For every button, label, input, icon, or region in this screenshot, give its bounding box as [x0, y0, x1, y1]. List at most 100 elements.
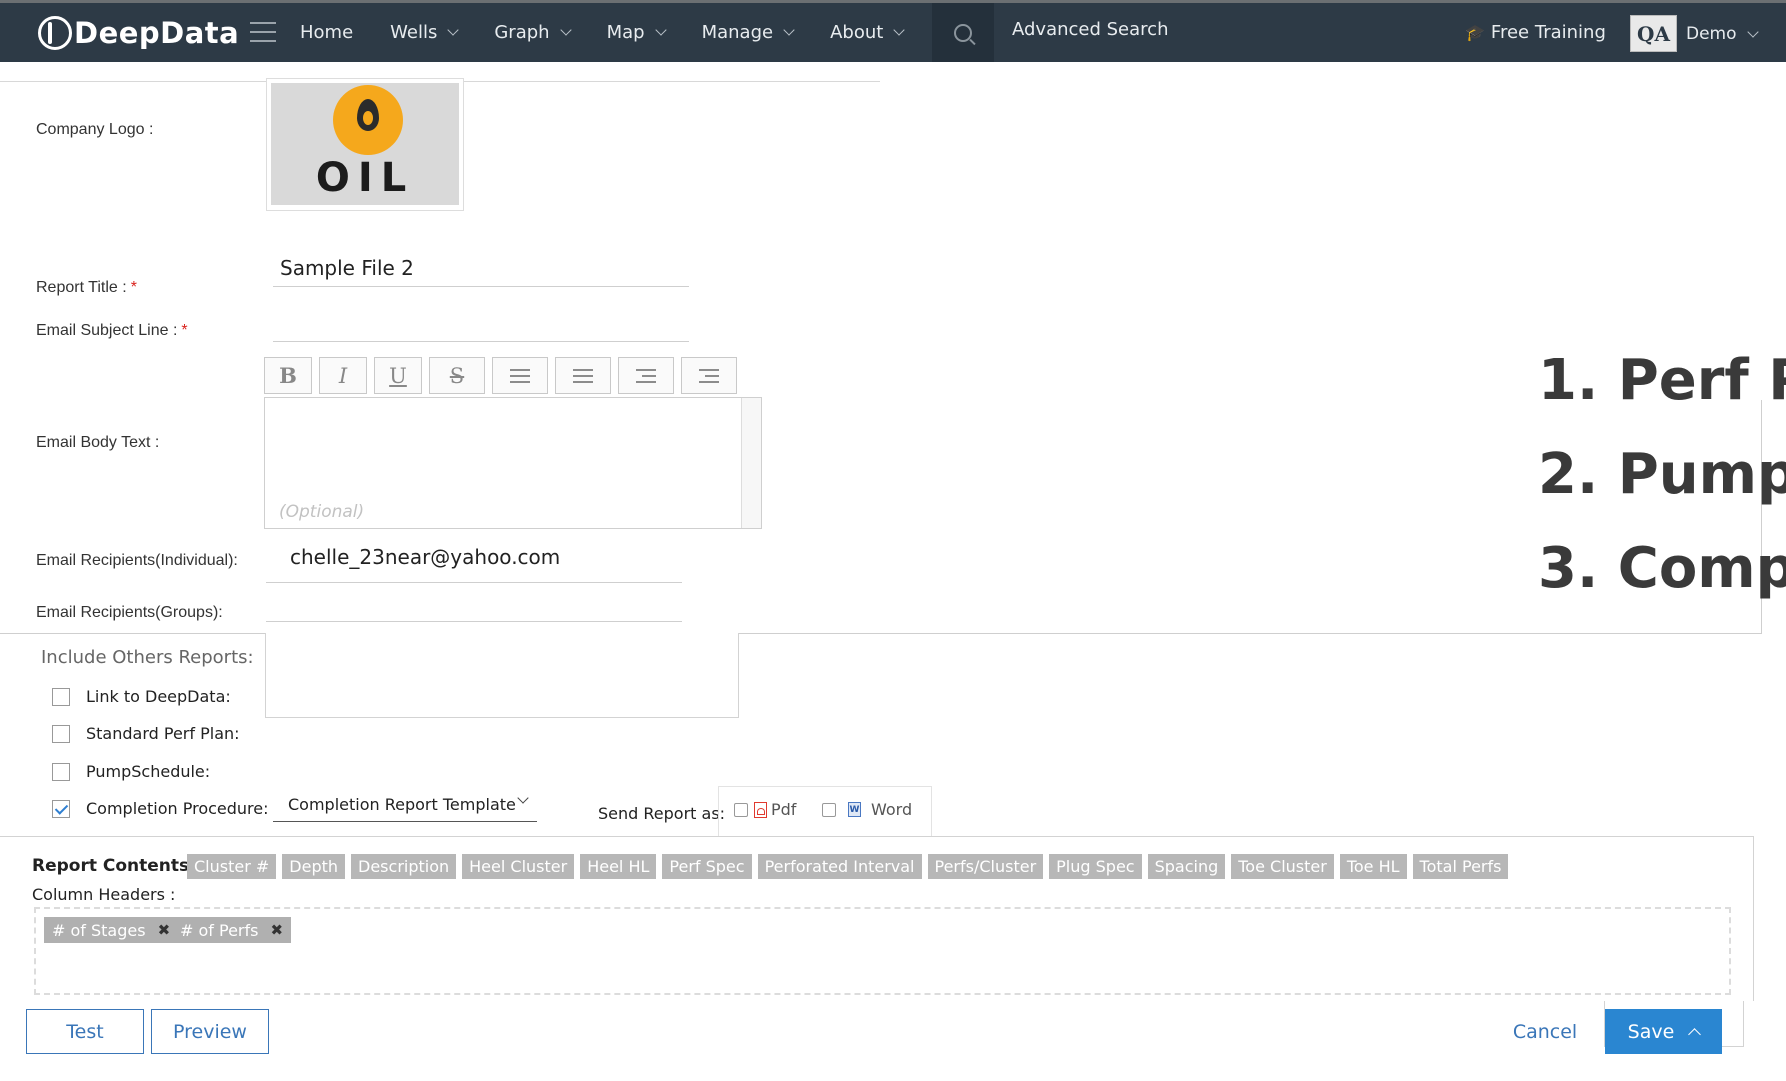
standard-perf-plan-checkbox[interactable]: [52, 724, 70, 743]
company-logo-image[interactable]: OIL: [266, 78, 464, 211]
italic-icon: I: [338, 363, 348, 388]
bold-icon: B: [279, 363, 297, 388]
brand-logo[interactable]: DeepData: [38, 11, 239, 55]
company-logo-label: Company Logo :: [36, 121, 154, 138]
user-menu[interactable]: Demo: [1686, 24, 1759, 44]
chevron-up-icon: [1688, 1027, 1702, 1041]
content-chip[interactable]: Perfs/Cluster: [927, 854, 1044, 879]
recipients-groups-dropdown[interactable]: [265, 633, 739, 718]
word-icon: W: [848, 802, 861, 817]
column-header-tag-label: # of Stages: [52, 920, 146, 940]
outdent-button[interactable]: [618, 357, 674, 394]
email-body-placeholder: (Optional): [279, 502, 365, 522]
rich-text-toolbar: B I U S: [264, 357, 744, 394]
completion-procedure-option[interactable]: Completion Procedure:: [52, 799, 269, 818]
pdf-option[interactable]: Pdf: [734, 800, 796, 819]
template-select[interactable]: Completion Report Template: [273, 792, 537, 822]
nav-map[interactable]: Map: [607, 22, 667, 43]
content-chip[interactable]: Perforated Interval: [757, 854, 922, 879]
content-chip[interactable]: Spacing: [1147, 854, 1226, 879]
content-chip[interactable]: Perf Spec: [662, 854, 752, 879]
bold-button[interactable]: B: [264, 357, 312, 394]
recipients-individual-label: Email Recipients(Individual):: [36, 552, 238, 569]
content-chip[interactable]: Toe HL: [1339, 854, 1407, 879]
underline-icon: U: [389, 363, 407, 388]
pdf-checkbox[interactable]: [734, 802, 748, 817]
bullet-list-button[interactable]: [492, 357, 548, 394]
advanced-search-link[interactable]: Advanced Search: [1012, 19, 1168, 40]
email-subject-underline: [273, 341, 689, 342]
cancel-button[interactable]: Cancel: [1500, 1009, 1590, 1054]
report-title-input[interactable]: Sample File 2: [280, 256, 414, 280]
send-report-label: Send Report as:: [598, 804, 726, 823]
top-navbar: DeepData Home Wells Graph Map Manage Abo…: [0, 0, 1786, 62]
chevron-down-icon: [654, 24, 667, 36]
email-subject-label: Email Subject Line : *: [36, 322, 188, 340]
indent-button[interactable]: [681, 357, 737, 394]
content-chip[interactable]: Cluster #: [187, 854, 277, 879]
column-header-tag[interactable]: # of Stages ✖: [44, 917, 179, 943]
email-subject-label-text: Email Subject Line :: [36, 322, 178, 339]
nav-wells[interactable]: Wells: [390, 22, 460, 43]
nav-manage[interactable]: Manage: [701, 22, 795, 43]
recipients-individual-input[interactable]: chelle_23near@yahoo.com: [290, 545, 560, 569]
link-to-deepdata-option[interactable]: Link to DeepData:: [52, 687, 231, 706]
standard-perf-plan-option[interactable]: Standard Perf Plan:: [52, 724, 240, 743]
numbered-list-button[interactable]: [555, 357, 611, 394]
brand-name: DeepData: [74, 16, 240, 50]
remove-icon[interactable]: ✖: [270, 921, 283, 939]
content-chip[interactable]: Depth: [282, 854, 346, 879]
column-headers-label: Column Headers :: [32, 885, 176, 904]
italic-button[interactable]: I: [319, 357, 367, 394]
search-icon: [954, 23, 972, 42]
oil-drop-icon: [333, 85, 403, 155]
word-option[interactable]: W Word: [822, 800, 912, 819]
strikethrough-button[interactable]: S: [429, 357, 485, 394]
nav-about[interactable]: About: [830, 22, 905, 43]
deepdata-logo-icon: [38, 16, 72, 50]
nav-about-label: About: [830, 22, 884, 43]
nav-graph[interactable]: Graph: [494, 22, 572, 43]
free-training-link[interactable]: 🎓 Free Training: [1465, 22, 1606, 43]
content-chip[interactable]: Total Perfs: [1412, 854, 1509, 879]
nav-manage-label: Manage: [701, 22, 774, 43]
graduation-cap-icon: 🎓: [1465, 23, 1485, 42]
column-header-tag[interactable]: # of Perfs ✖: [172, 917, 292, 943]
content-chip[interactable]: Toe Cluster: [1231, 854, 1334, 879]
chevron-down-icon: [517, 792, 529, 804]
user-name: Demo: [1686, 24, 1737, 44]
preview-button[interactable]: Preview: [151, 1009, 269, 1054]
pump-schedule-checkbox[interactable]: [52, 762, 70, 781]
pump-schedule-option[interactable]: PumpSchedule:: [52, 762, 210, 781]
avatar[interactable]: QA: [1630, 15, 1677, 52]
nav-home[interactable]: Home: [300, 22, 353, 43]
test-button-label: Test: [66, 1020, 104, 1043]
word-checkbox[interactable]: [822, 802, 836, 817]
completion-procedure-checkbox[interactable]: [52, 799, 70, 818]
content-chip[interactable]: Description: [351, 854, 457, 879]
link-to-deepdata-checkbox[interactable]: [52, 687, 70, 706]
template-select-value: Completion Report Template: [288, 795, 516, 814]
bullet-list-icon: [510, 368, 530, 383]
include-others-label: Include Others Reports:: [41, 647, 254, 668]
content-chip[interactable]: Heel HL: [580, 854, 657, 879]
nav-graph-label: Graph: [494, 22, 550, 43]
content-chip[interactable]: Heel Cluster: [462, 854, 575, 879]
save-button-label: Save: [1627, 1020, 1675, 1043]
save-button[interactable]: Save: [1605, 1009, 1722, 1054]
numbered-list-icon: [573, 368, 593, 383]
test-button[interactable]: Test: [26, 1009, 144, 1054]
completion-procedure-label: Completion Procedure:: [86, 799, 269, 818]
hamburger-menu-icon[interactable]: [250, 22, 276, 42]
overlay-list-item: 3. Comple: [1538, 536, 1786, 601]
remove-icon[interactable]: ✖: [158, 921, 171, 939]
email-subject-input[interactable]: [280, 312, 680, 338]
email-body-editor[interactable]: (Optional): [264, 397, 762, 529]
recipients-groups-underline: [266, 621, 682, 622]
content-chip[interactable]: Plug Spec: [1049, 854, 1142, 879]
underline-button[interactable]: U: [374, 357, 422, 394]
indent-icon: [699, 368, 719, 383]
editor-scrollbar[interactable]: [741, 398, 761, 528]
required-marker: *: [130, 279, 137, 296]
search-button[interactable]: [932, 3, 994, 62]
